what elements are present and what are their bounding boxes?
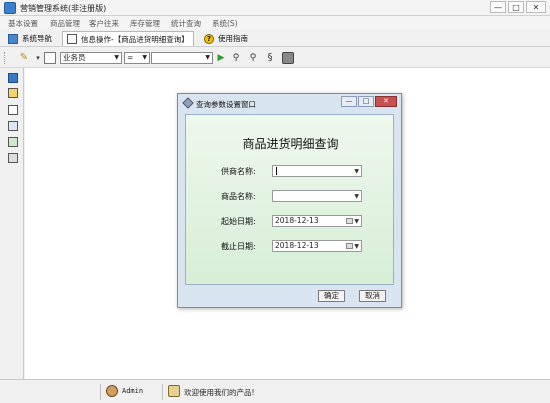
chevron-down-icon: ▼ bbox=[354, 218, 359, 225]
printer-icon[interactable] bbox=[282, 52, 294, 64]
window-title: 营销管理系统(非注册版) bbox=[20, 4, 107, 13]
end-date-picker[interactable]: 2018-12-13 ▼ bbox=[272, 240, 362, 252]
minimize-button[interactable]: — bbox=[490, 1, 506, 13]
end-date-value: 2018-12-13 bbox=[275, 241, 319, 250]
maximize-button[interactable]: □ bbox=[508, 1, 524, 13]
status-bar: Admin 欢迎使用我们的产品! bbox=[0, 379, 550, 403]
end-date-label: 截止日期: bbox=[221, 242, 256, 251]
title-bar: 营销管理系统(非注册版) — □ ✕ bbox=[0, 0, 550, 16]
menu-basic-settings[interactable]: 基本设置 bbox=[8, 18, 38, 29]
trash-icon[interactable] bbox=[8, 153, 18, 163]
start-date-value: 2018-12-13 bbox=[275, 216, 319, 225]
menu-statistics-query[interactable]: 统计查询 bbox=[171, 18, 201, 29]
dialog-heading: 商品进货明细查询 bbox=[242, 137, 339, 151]
info-icon bbox=[168, 385, 180, 397]
query-toolbar: ✎ ▾ 业务员 ▼ = ▼ ▼ ▶ ⚲ ⚲ § bbox=[0, 48, 550, 68]
tab-label: 信息操作-【商品进货明细查询】 bbox=[81, 34, 189, 44]
status-divider bbox=[100, 384, 101, 400]
product-select[interactable]: ▼ bbox=[272, 190, 362, 202]
dialog-minimize-button[interactable]: — bbox=[341, 96, 357, 107]
chevron-down-icon: ▼ bbox=[354, 243, 359, 250]
chevron-down-icon: ▼ bbox=[142, 54, 147, 61]
dialog-title-bar[interactable]: 查询参数设置窗口 — □ ✕ bbox=[178, 94, 401, 112]
supplier-label: 供商名称: bbox=[221, 167, 256, 176]
find-user-icon[interactable]: ⚲ bbox=[230, 52, 242, 64]
tab-label: 使用指南 bbox=[218, 34, 248, 43]
chevron-down-icon: ▼ bbox=[114, 54, 119, 61]
status-message: 欢迎使用我们的产品! bbox=[184, 388, 255, 397]
field-select-value: 业务员 bbox=[63, 53, 86, 62]
help-icon: ? bbox=[204, 33, 214, 44]
dropdown-arrow-icon[interactable]: ▾ bbox=[32, 52, 44, 64]
dialog-icon bbox=[182, 97, 194, 109]
window-controls: — □ ✕ bbox=[488, 1, 546, 13]
calendar-icon bbox=[346, 218, 353, 224]
field-select[interactable]: 业务员 ▼ bbox=[60, 52, 122, 64]
dialog-title: 查询参数设置窗口 bbox=[196, 100, 256, 109]
dialog-footer: 确定 取消 bbox=[178, 287, 401, 307]
dialog-controls: — □ ✕ bbox=[340, 96, 397, 107]
app-icon bbox=[4, 2, 16, 14]
pencil-icon[interactable]: ✎ bbox=[18, 52, 30, 64]
spreadsheet-icon[interactable] bbox=[8, 137, 18, 147]
find-icon[interactable]: ⚲ bbox=[247, 52, 259, 64]
chevron-down-icon: ▼ bbox=[354, 168, 359, 175]
dialog-close-button[interactable]: ✕ bbox=[375, 96, 397, 107]
tab-user-guide[interactable]: ? 使用指南 bbox=[204, 31, 248, 46]
menu-product-management[interactable]: 商品管理 bbox=[50, 18, 80, 29]
book-icon[interactable] bbox=[8, 105, 18, 115]
dialog-form-panel: 商品进货明细查询 供商名称: ▼ 商品名称: ▼ 起始日期: 2018-12-1… bbox=[185, 114, 394, 285]
left-icon-strip bbox=[0, 68, 24, 379]
start-date-picker[interactable]: 2018-12-13 ▼ bbox=[272, 215, 362, 227]
ok-button[interactable]: 确定 bbox=[318, 290, 345, 302]
chevron-down-icon: ▼ bbox=[205, 54, 210, 61]
toolbar-grip[interactable] bbox=[4, 52, 7, 64]
text-caret bbox=[276, 167, 277, 175]
document-icon bbox=[67, 34, 77, 44]
tab-system-navigation[interactable]: 系统导航 bbox=[8, 31, 52, 46]
user-icon bbox=[106, 385, 118, 397]
status-divider bbox=[162, 384, 163, 400]
supplier-select[interactable]: ▼ bbox=[272, 165, 362, 177]
tab-bar: 系统导航 信息操作-【商品进货明细查询】 ? 使用指南 bbox=[0, 30, 550, 47]
start-date-label: 起始日期: bbox=[221, 217, 256, 226]
menu-inventory-management[interactable]: 库存管理 bbox=[130, 18, 160, 29]
close-button[interactable]: ✕ bbox=[526, 1, 546, 13]
cancel-button[interactable]: 取消 bbox=[359, 290, 386, 302]
operator-select[interactable]: = ▼ bbox=[124, 52, 150, 64]
user-search-icon[interactable] bbox=[8, 88, 18, 98]
tab-info-operation[interactable]: 信息操作-【商品进货明细查询】 bbox=[62, 31, 194, 46]
product-label: 商品名称: bbox=[221, 192, 256, 201]
window-icon[interactable] bbox=[8, 73, 18, 83]
refresh-icon[interactable]: § bbox=[264, 52, 276, 64]
calendar-icon bbox=[346, 243, 353, 249]
run-query-icon[interactable]: ▶ bbox=[215, 52, 227, 64]
search-icon[interactable] bbox=[44, 52, 56, 64]
nav-icon bbox=[8, 33, 18, 44]
menu-customer-accounts[interactable]: 客户往来 bbox=[89, 18, 119, 29]
document-icon[interactable] bbox=[8, 121, 18, 131]
value-select[interactable]: ▼ bbox=[151, 52, 213, 64]
menu-bar: 基本设置 商品管理 客户往来 库存管理 统计查询 系统(S) bbox=[0, 16, 550, 30]
query-parameter-dialog: 查询参数设置窗口 — □ ✕ 商品进货明细查询 供商名称: ▼ 商品名称: ▼ … bbox=[177, 93, 402, 308]
current-user: Admin bbox=[122, 387, 144, 395]
tab-label: 系统导航 bbox=[22, 34, 52, 43]
dialog-maximize-button[interactable]: □ bbox=[358, 96, 374, 107]
menu-system[interactable]: 系统(S) bbox=[212, 18, 238, 29]
operator-select-value: = bbox=[127, 53, 134, 62]
chevron-down-icon: ▼ bbox=[354, 193, 359, 200]
